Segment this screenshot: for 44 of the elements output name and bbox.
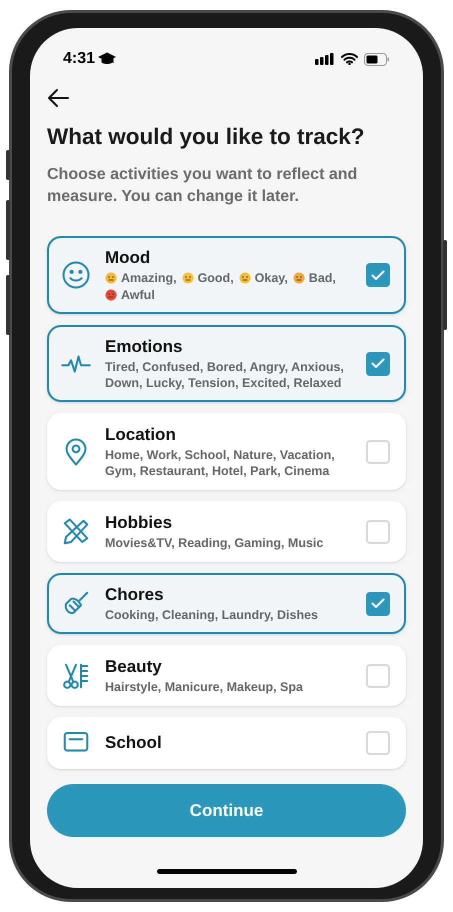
activity-title: Location (105, 424, 177, 446)
activity-description: Tired, Confused, Bored, Angry, Anxious, Down, Lucky, Tension, Excited, Relaxed (105, 359, 345, 391)
activity-title: Beauty (105, 656, 163, 678)
checkbox[interactable] (366, 352, 390, 376)
mood-label: Okay, (254, 270, 288, 286)
wifi-icon (341, 53, 358, 65)
mood-label: Bad, (308, 270, 336, 286)
pencil-and-ruler-icon (61, 516, 91, 546)
checkmark-icon (371, 358, 385, 369)
page-title: What would you like to track? (47, 123, 366, 151)
activity-title: Chores (105, 584, 165, 606)
activity-card[interactable]: Emotions Tired, Confused, Bored, Angry, Anxious, Down, Lucky, Tension, Excited, Relaxed (47, 325, 406, 402)
graduation-cap-icon (98, 52, 116, 66)
activity-card[interactable]: Chores Cooking, Cleaning, Laundry, Dishes (47, 573, 406, 634)
checkmark-icon (371, 598, 385, 609)
smiley-icon (61, 260, 91, 290)
activity-description: Cooking, Cleaning, Laundry, Dishes (105, 607, 319, 623)
activity-description: Home, Work, School, Nature, Vacation, Gym, Restaurant, Hotel, Park, Cinema (105, 447, 336, 479)
activity-title: School (105, 732, 163, 754)
activity-card[interactable]: Location Home, Work, School, Nature, Vacation, Gym, Restaurant, Hotel, Park, Cinema (47, 413, 406, 490)
activity-description: Movies&TV, Reading, Gaming, Music (105, 535, 324, 551)
checkbox[interactable] (366, 592, 390, 616)
checkbox[interactable] (366, 263, 390, 287)
checkbox[interactable] (366, 520, 390, 544)
activity-card[interactable]: Mood Amazing, Good, Okay, Bad, Awful (47, 236, 406, 314)
checkbox[interactable] (366, 440, 390, 464)
activity-card[interactable]: School (47, 717, 406, 769)
checkbox[interactable] (366, 664, 390, 688)
activity-title: Mood (105, 247, 152, 269)
mood-label: Amazing, (121, 270, 177, 286)
activity-card[interactable]: Beauty Hairstyle, Manicure, Makeup, Spa (47, 645, 406, 706)
activity-card[interactable]: Hobbies Movies&TV, Reading, Gaming, Music (47, 501, 406, 562)
activity-description: Hairstyle, Manicure, Makeup, Spa (105, 679, 304, 695)
checkbox[interactable] (366, 731, 390, 755)
mood-label: Good, (198, 270, 234, 286)
page-subtitle: Choose activities you want to reflect and measure. You can change it later. (47, 165, 358, 207)
checkmark-icon (371, 270, 385, 280)
activity-title: Emotions (105, 336, 184, 358)
battery-icon (364, 52, 390, 66)
activity-title: Hobbies (105, 512, 174, 534)
signal-icon (315, 53, 335, 65)
mood-label: Awful (121, 287, 155, 303)
status-time: 4:31 (63, 49, 96, 69)
back-arrow-icon[interactable] (47, 88, 69, 108)
